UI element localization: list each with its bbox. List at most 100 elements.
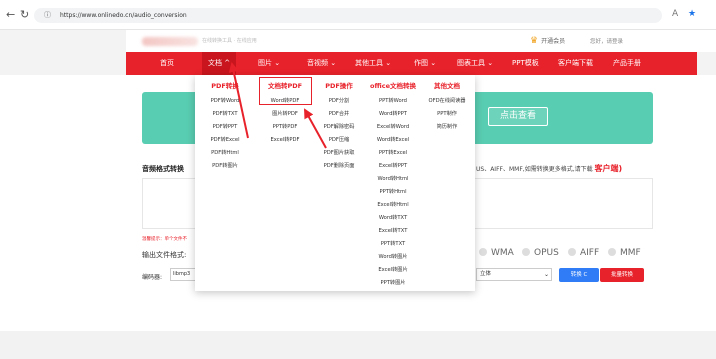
nav-audio-video[interactable]: 音视频 ⌄ [307,52,336,75]
menu-item[interactable]: Excel转Html [377,201,408,208]
main-nav: 首页 文档 ^ 图片 ⌄ 音视频 ⌄ 其他工具 ⌄ 作图 ⌄ 图表工具 ⌄ PP… [126,52,697,75]
nav-home[interactable]: 首页 [160,52,174,75]
chevron-down-icon: ⌄ [487,59,494,67]
column-title: office文档转换 [370,82,416,90]
nav-drawing[interactable]: 作图 ⌄ [414,52,436,75]
batch-convert-button[interactable]: 批量转换 [600,268,644,282]
menu-item[interactable]: PPT制作 [437,110,457,117]
address-bar[interactable]: ⓘ https://www.onlinedo.cn/audio_conversi… [34,8,662,23]
banner-view-button[interactable]: 点击查看 [488,107,548,126]
favorite-star-icon[interactable]: ★ [688,9,696,19]
menu-item[interactable]: Excel转图片 [378,266,407,273]
nav-other-tools[interactable]: 其他工具 ⌄ [355,52,391,75]
crown-icon: ♛ [530,36,539,46]
vip-link[interactable]: ♛ 开通会员 [530,36,565,46]
nav-images-label: 图片 [258,59,272,67]
menu-item[interactable]: PDF图片获取 [324,149,355,156]
nav-audio-video-label: 音视频 [307,59,328,67]
reload-icon[interactable]: ↻ [20,8,29,22]
chevron-down-icon: ⌄ [430,59,437,67]
section-title: 音频格式转换 [142,165,184,173]
nav-ppt-templates[interactable]: PPT模板 [512,52,539,75]
menu-item[interactable]: Word转图片 [379,253,408,260]
column-title: PDF转换 [211,82,239,90]
menu-item[interactable]: Excel转TXT [379,227,408,234]
nav-product-manual[interactable]: 产品手册 [613,52,641,75]
channel-select[interactable]: 立体 ⌄ [476,268,552,281]
chevron-up-icon: ^ [224,59,231,67]
radio-circle-icon [479,248,487,256]
nav-client-download[interactable]: 客户端下载 [558,52,593,75]
format-radio-aiff-label: AIFF [580,248,600,258]
chevron-down-icon: ⌄ [543,271,549,278]
chevron-down-icon: ⌄ [385,59,392,67]
encoder-label: 编码器: [142,274,163,281]
nav-other-tools-label: 其他工具 [355,59,383,67]
upload-tip: 温馨提示：单个文件不 [142,237,187,242]
column-title: PDF操作 [325,82,353,90]
nav-documents[interactable]: 文档 ^ [202,52,237,75]
menu-item[interactable]: Word转TXT [379,214,407,221]
format-radio-mmf-label: MMF [620,248,641,258]
site-logo[interactable] [142,37,198,46]
menu-item[interactable]: PPT转Excel [379,149,407,156]
menu-item[interactable]: PPT转Html [379,188,406,195]
menu-item[interactable]: Excel转PPT [379,162,407,169]
info-icon[interactable]: ⓘ [44,8,51,23]
back-arrow-icon[interactable]: ← [6,8,15,22]
format-radio-mmf[interactable]: MMF [608,248,641,258]
formats-note: US、AIFF、MMF,如需转换更多格式,请下载 客户端) [476,163,622,174]
nav-drawing-label: 作图 [414,59,428,67]
menu-item[interactable]: 图片转PDF [272,110,298,117]
menu-item[interactable]: PDF转Word [211,97,240,104]
documents-dropdown-menu: PDF转换 PDF转Word PDF转TXT PDF转PPT PDF转Excel… [195,75,475,291]
client-download-link[interactable]: 客户端) [595,164,623,173]
radio-circle-icon [522,248,530,256]
format-radio-opus-label: OPUS [534,248,559,258]
menu-item[interactable]: PDF转Html [211,149,239,156]
menu-item[interactable]: 简历制作 [437,123,458,130]
nav-images[interactable]: 图片 ⌄ [258,52,280,75]
footer-band [0,331,716,359]
menu-item[interactable]: PDF合并 [329,110,349,117]
chevron-down-icon: ⌄ [274,59,281,67]
format-radio-wma-label: WMA [491,248,514,258]
menu-item[interactable]: PPT转图片 [381,279,406,286]
radio-circle-icon [568,248,576,256]
menu-item[interactable]: PDF压缩 [329,136,349,143]
format-radio-wma[interactable]: WMA [479,248,514,258]
menu-item[interactable]: PDF转TXT [212,110,237,117]
menu-item[interactable]: PDF转图片 [212,162,238,169]
menu-item[interactable]: PPT转PDF [273,123,298,130]
login-link[interactable]: 您好，请登录 [590,37,623,45]
menu-item[interactable]: Word转Html [378,175,409,182]
url-text: https://www.onlinedo.cn/audio_conversion [60,12,187,19]
menu-item[interactable]: PDF解除密码 [324,123,355,130]
menu-item[interactable]: PDF转Excel [210,136,239,143]
convert-button[interactable]: 转换 C [559,268,599,282]
menu-item[interactable]: PDF分割 [329,97,349,104]
format-radio-aiff[interactable]: AIFF [568,248,599,258]
encoder-select[interactable]: libmp3 [170,268,196,281]
menu-item[interactable]: PDF转PPT [213,123,238,130]
read-aloud-icon[interactable]: A [672,9,678,19]
column-title: 其他文档 [434,82,460,90]
format-radio-opus[interactable]: OPUS [522,248,559,258]
radio-circle-icon [608,248,616,256]
output-format-label: 输出文件格式: [142,251,187,259]
nav-documents-label: 文档 [208,59,222,67]
menu-item[interactable]: OFD在线阅读器 [429,97,466,104]
chevron-down-icon: ⌄ [330,59,337,67]
nav-chart-tools[interactable]: 图表工具 ⌄ [457,52,493,75]
menu-item[interactable]: PPT转TXT [381,240,405,247]
nav-chart-tools-label: 图表工具 [457,59,485,67]
highlight-box [259,77,312,105]
menu-item[interactable]: Word转Excel [377,136,409,143]
menu-item[interactable]: Excel转PDF [270,136,299,143]
menu-item[interactable]: PDF删除页面 [324,162,355,169]
vip-label: 开通会员 [541,38,566,45]
menu-item[interactable]: Excel转Word [377,123,409,130]
browser-toolbar: ← ↻ ⓘ https://www.onlinedo.cn/audio_conv… [0,0,716,30]
menu-item[interactable]: PPT转Word [379,97,407,104]
menu-item[interactable]: Word转PPT [379,110,407,117]
